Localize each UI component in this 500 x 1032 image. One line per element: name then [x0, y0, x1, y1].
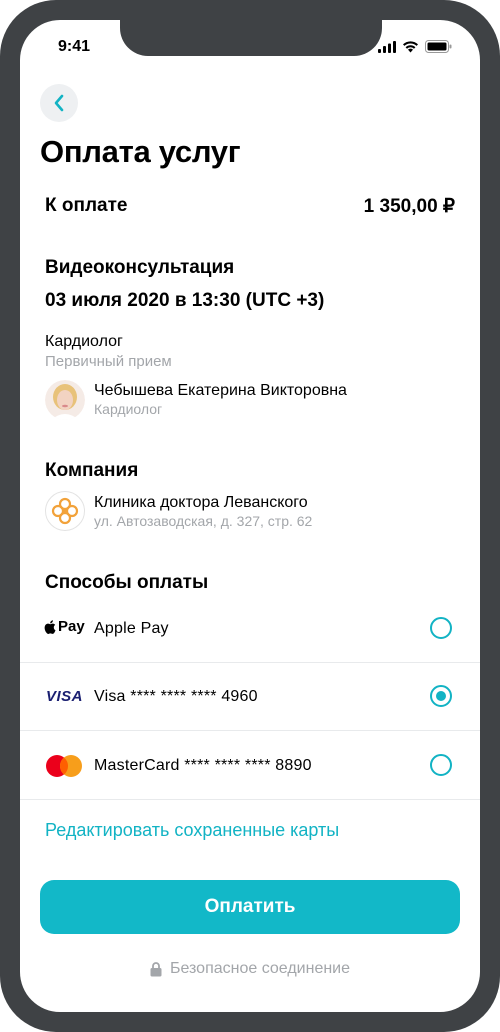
doctor-avatar — [45, 380, 85, 420]
notch — [120, 20, 382, 56]
visa-logo: VISA — [46, 688, 84, 705]
chevron-left-icon — [54, 94, 64, 112]
visit-type-label: Первичный прием — [45, 353, 172, 370]
back-button[interactable] — [40, 84, 78, 122]
apple-pay-logo-text: Pay — [58, 618, 85, 635]
clinic-logo — [45, 491, 85, 531]
doctor-name: Чебышева Екатерина Викторовна — [94, 382, 347, 399]
visa-radio[interactable] — [430, 685, 452, 707]
status-time: 9:41 — [58, 38, 91, 55]
mastercard-radio[interactable] — [430, 754, 452, 776]
divider — [20, 662, 480, 663]
total-row: К оплате 1 350,00 ₽ — [45, 195, 455, 218]
edit-saved-cards-link[interactable]: Редактировать сохраненные карты — [45, 820, 339, 841]
apple-icon — [44, 619, 56, 634]
wifi-icon — [403, 40, 418, 52]
payment-method-visa[interactable]: VISA Visa **** **** **** 4960 — [20, 664, 480, 730]
device-frame: 9:41 Оплата услуг К оплате 1 350,00 ₽ Ви… — [0, 0, 500, 1032]
clinic-address: ул. Автозаводская, д. 327, стр. 62 — [94, 513, 313, 529]
mastercard-label: MasterCard **** **** **** 8890 — [94, 757, 312, 774]
battery-icon — [425, 40, 452, 53]
total-amount: 1 350,00 ₽ — [363, 196, 455, 217]
payment-method-mastercard[interactable]: MasterCard **** **** **** 8890 — [20, 733, 480, 799]
apple-pay-logo: Pay — [44, 618, 85, 635]
clinic-name: Клиника доктора Леванского — [94, 494, 308, 511]
company-title: Компания — [45, 460, 139, 481]
divider — [20, 730, 480, 731]
status-icons — [378, 40, 452, 53]
mastercard-icon — [46, 755, 82, 777]
payment-method-apple-pay[interactable]: Pay Apple Pay — [20, 596, 480, 662]
consultation-datetime: 03 июля 2020 в 13:30 (UTC +3) — [45, 290, 325, 311]
secure-connection: Безопасное соединение — [20, 960, 480, 978]
specialty-label: Кардиолог — [45, 333, 123, 350]
consultation-type: Видеоконсультация — [45, 257, 235, 278]
lock-icon — [150, 961, 162, 976]
divider — [20, 799, 480, 800]
total-label: К оплате — [45, 195, 128, 216]
screen: 9:41 Оплата услуг К оплате 1 350,00 ₽ Ви… — [20, 20, 480, 1012]
payment-methods-title: Способы оплаты — [45, 572, 209, 593]
signal-icon — [378, 40, 396, 53]
apple-pay-label: Apple Pay — [94, 620, 169, 637]
secure-connection-text: Безопасное соединение — [169, 960, 351, 977]
page-title: Оплата услуг — [40, 134, 241, 169]
doctor-role: Кардиолог — [94, 401, 163, 417]
pay-button[interactable]: Оплатить — [40, 880, 460, 934]
apple-pay-radio[interactable] — [430, 617, 452, 639]
visa-label: Visa **** **** **** 4960 — [94, 688, 258, 705]
